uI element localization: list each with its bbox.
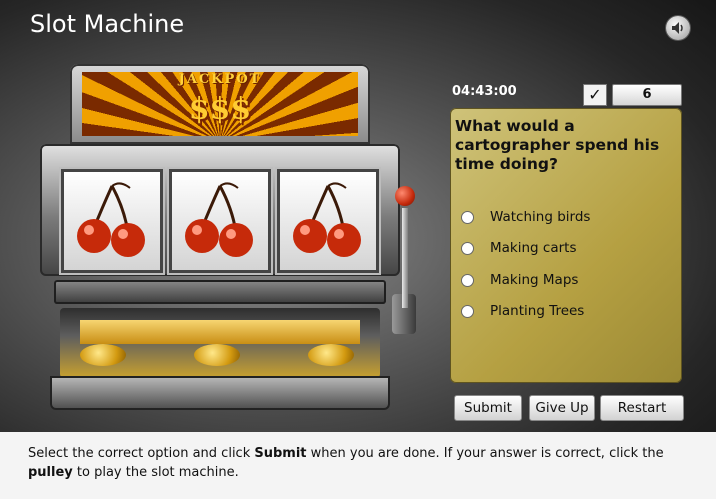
answer-option[interactable]: Planting Trees: [461, 301, 584, 321]
check-icon: ✓: [583, 84, 607, 106]
option-label: Making carts: [490, 240, 577, 256]
option-label: Planting Trees: [490, 303, 585, 319]
radio-button[interactable]: [461, 210, 474, 224]
machine-midbar: [54, 280, 386, 304]
pulley-knob[interactable]: [395, 186, 415, 206]
give-up-button[interactable]: Give Up: [529, 395, 595, 421]
option-label: Watching birds: [490, 209, 591, 225]
tray-light: [80, 320, 360, 344]
marquee-text: JACKPOT: [178, 72, 262, 87]
slot-machine: JACKPOT $$$: [40, 58, 416, 418]
option-label: Making Maps: [490, 272, 579, 288]
instructions-submit-word: Submit: [254, 446, 307, 461]
instructions-text: Select the correct option and click Subm…: [28, 444, 692, 482]
radio-button[interactable]: [461, 273, 474, 287]
countdown-timer: 04:43:00: [452, 84, 517, 99]
reel-3: [280, 172, 376, 270]
answer-option[interactable]: Making Maps: [461, 270, 578, 290]
score-counter: 6: [612, 84, 682, 106]
answer-option[interactable]: Making carts: [461, 238, 576, 258]
cherries-icon: [77, 182, 145, 257]
reel-2: [172, 172, 268, 270]
coin-pile-icon: [194, 344, 240, 366]
answer-option[interactable]: Watching birds: [461, 207, 590, 227]
instructions-part: to play the slot machine.: [72, 465, 239, 480]
coin-pile-icon: [80, 344, 126, 366]
restart-button[interactable]: Restart: [600, 395, 684, 421]
cherries-icon: [293, 182, 361, 257]
reel-1: [64, 172, 160, 270]
coin-pile-icon: [308, 344, 354, 366]
machine-base: [50, 376, 390, 410]
radio-button[interactable]: [461, 304, 474, 318]
instructions-pulley-word: pulley: [28, 465, 73, 480]
pulley-lever[interactable]: [402, 208, 408, 308]
reel-housing: [40, 144, 400, 276]
marquee-symbols: $$$: [188, 92, 252, 127]
radio-button[interactable]: [461, 241, 474, 255]
question-text: What would a cartographer spend his time…: [455, 117, 660, 173]
cherries-icon: [185, 182, 253, 257]
page-title: Slot Machine: [30, 10, 185, 38]
instructions-part: Select the correct option and click: [28, 446, 255, 461]
submit-button[interactable]: Submit: [454, 395, 522, 421]
instructions-part: when you are done. If your answer is cor…: [306, 446, 664, 461]
speaker-icon[interactable]: [666, 16, 690, 40]
